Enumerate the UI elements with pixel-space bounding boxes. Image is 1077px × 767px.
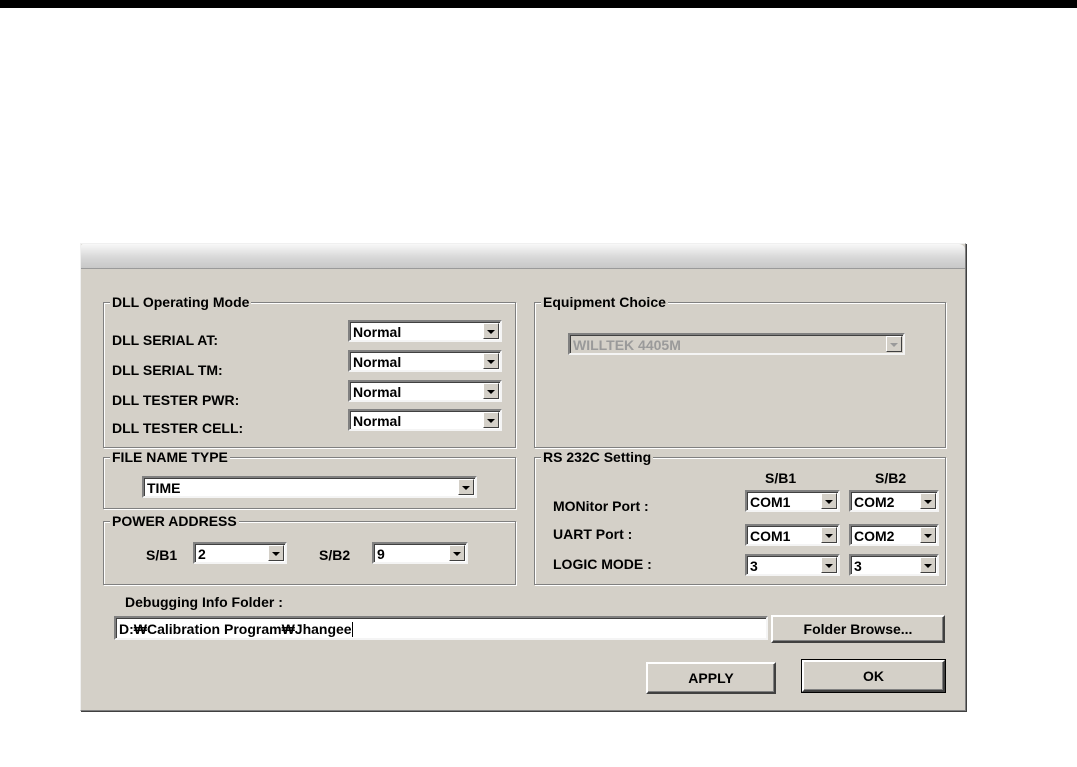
file-name-type-group: FILE NAME TYPE TIME <box>103 449 516 509</box>
uart-port-label: UART Port : <box>553 526 633 542</box>
logic-mode-label: LOGIC MODE : <box>553 556 652 572</box>
top-border <box>0 0 1077 8</box>
group-title: FILE NAME TYPE <box>110 449 230 465</box>
folder-browse-button[interactable]: Folder Browse... <box>771 615 945 643</box>
debugging-folder-path-input[interactable]: D:₩Calibration Program₩Jhangee <box>114 616 768 640</box>
logic-mode-sb2-select[interactable]: 3 <box>849 554 939 576</box>
power-sb1-label: S/B1 <box>146 547 178 563</box>
group-title: DLL Operating Mode <box>110 294 252 310</box>
monitor-port-sb2-select[interactable]: COM2 <box>849 490 939 512</box>
equipment-select[interactable]: WILLTEK 4405M <box>568 333 905 355</box>
chevron-down-icon[interactable] <box>483 323 499 339</box>
group-title: RS 232C Setting <box>541 449 654 465</box>
dll-tester-pwr-label: DLL TESTER PWR: <box>112 392 240 408</box>
file-name-type-select[interactable]: TIME <box>142 476 477 498</box>
power-address-group: POWER ADDRESS S/B1 2 S/B2 9 <box>103 513 516 585</box>
title-bar[interactable] <box>81 244 965 269</box>
chevron-down-icon[interactable] <box>821 557 837 573</box>
group-title: POWER ADDRESS <box>110 513 239 529</box>
chevron-down-icon[interactable] <box>458 479 474 495</box>
chevron-down-icon[interactable] <box>449 545 465 561</box>
uart-port-sb1-select[interactable]: COM1 <box>745 524 840 546</box>
dll-tester-pwr-select[interactable]: Normal <box>348 380 502 402</box>
power-sb1-select[interactable]: 2 <box>193 542 287 564</box>
equipment-choice-group: Equipment Choice WILLTEK 4405M <box>534 294 946 448</box>
ok-button[interactable]: OK <box>801 659 946 693</box>
debugging-info-folder-label: Debugging Info Folder : <box>125 594 283 610</box>
dll-serial-tm-label: DLL SERIAL TM: <box>112 362 223 378</box>
chevron-down-icon[interactable] <box>483 353 499 369</box>
power-sb2-label: S/B2 <box>319 547 351 563</box>
rs232c-setting-group: RS 232C Setting S/B1 S/B2 MONitor Port :… <box>534 449 946 585</box>
dll-tester-cell-select[interactable]: Normal <box>348 409 502 431</box>
logic-mode-sb1-select[interactable]: 3 <box>745 554 840 576</box>
uart-port-sb2-select[interactable]: COM2 <box>849 524 939 546</box>
dll-serial-at-select[interactable]: Normal <box>348 320 502 342</box>
chevron-down-icon[interactable] <box>821 527 837 543</box>
dll-tester-cell-label: DLL TESTER CELL: <box>112 420 244 436</box>
dll-serial-tm-select[interactable]: Normal <box>348 350 502 372</box>
chevron-down-icon[interactable] <box>483 412 499 428</box>
power-sb2-select[interactable]: 9 <box>372 542 468 564</box>
settings-dialog: DLL Operating Mode DLL SERIAL AT: Normal… <box>80 243 966 711</box>
chevron-down-icon[interactable] <box>920 557 936 573</box>
dll-serial-at-label: DLL SERIAL AT: <box>112 332 219 348</box>
monitor-port-sb1-select[interactable]: COM1 <box>745 490 840 512</box>
chevron-down-icon[interactable] <box>920 527 936 543</box>
chevron-down-icon[interactable] <box>821 493 837 509</box>
monitor-port-label: MONitor Port : <box>553 498 649 514</box>
column-header-sb1: S/B1 <box>765 470 797 486</box>
chevron-down-icon[interactable] <box>483 383 499 399</box>
chevron-down-icon[interactable] <box>268 545 284 561</box>
chevron-down-icon[interactable] <box>886 336 902 352</box>
apply-button[interactable]: APPLY <box>646 662 776 694</box>
text-caret <box>351 622 353 637</box>
chevron-down-icon[interactable] <box>920 493 936 509</box>
column-header-sb2: S/B2 <box>875 470 907 486</box>
dll-operating-mode-group: DLL Operating Mode DLL SERIAL AT: Normal… <box>103 294 516 448</box>
group-title: Equipment Choice <box>541 294 668 310</box>
